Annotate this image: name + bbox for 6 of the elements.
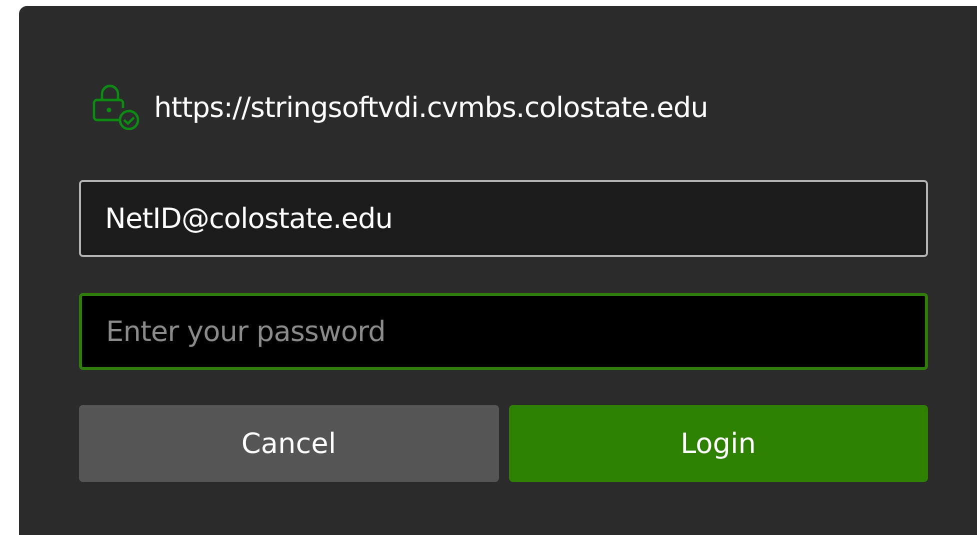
login-button[interactable]: Login <box>508 405 928 482</box>
password-field[interactable]: Enter your password <box>79 293 928 370</box>
site-url: https://stringsoftvdi.cvmbs.colostate.edu <box>154 90 708 124</box>
lock-check-icon <box>92 84 142 130</box>
username-field[interactable]: NetID@colostate.edu <box>79 180 928 257</box>
cancel-button[interactable]: Cancel <box>79 405 498 482</box>
